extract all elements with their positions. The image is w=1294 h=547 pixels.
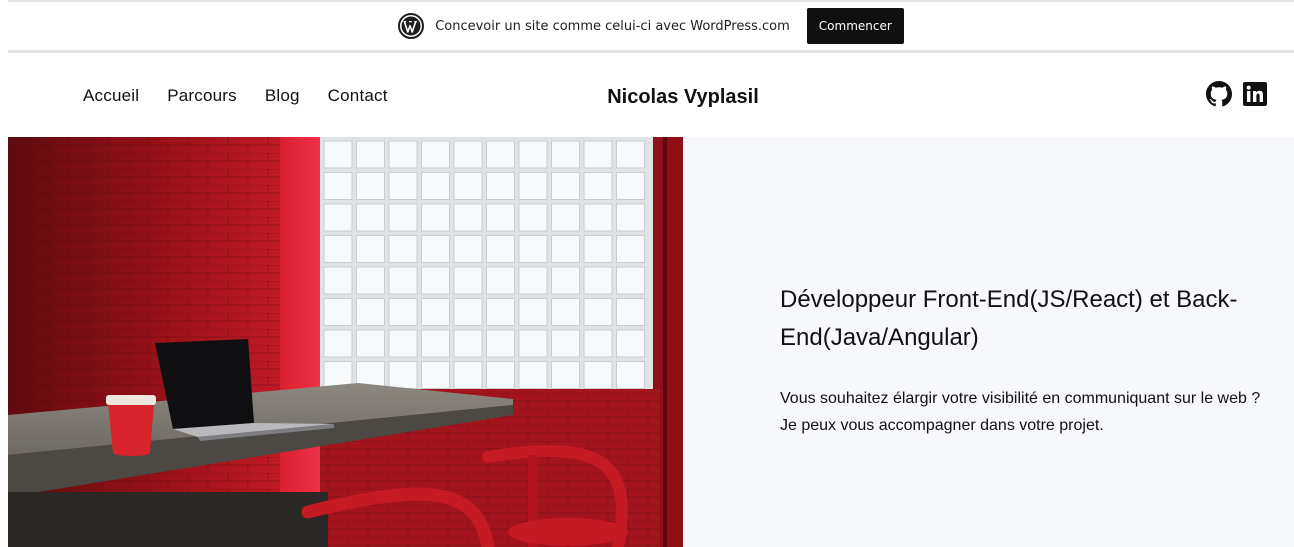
hero-section: Développeur Front-End(JS/React) et Back-… — [8, 137, 1294, 547]
start-button[interactable]: Commencer — [806, 8, 904, 44]
github-icon[interactable] — [1206, 81, 1232, 107]
linkedin-icon[interactable] — [1242, 81, 1268, 107]
wordpress-promo-banner: Concevoir un site comme celui-ci avec Wo… — [8, 0, 1294, 53]
hero-text-panel: Développeur Front-End(JS/React) et Back-… — [683, 137, 1294, 547]
social-links — [1206, 81, 1268, 107]
wordpress-logo-icon[interactable] — [398, 13, 425, 39]
hero-image — [8, 137, 683, 547]
site-title[interactable]: Nicolas Vyplasil — [0, 86, 1294, 109]
site-header: Accueil Parcours Blog Contact Nicolas Vy… — [0, 53, 1294, 137]
hero-description: Vous souhaitez élargir votre visibilité … — [780, 390, 1261, 434]
hero-heading: Développeur Front-End(JS/React) et Back-… — [780, 286, 1238, 351]
promo-text: Concevoir un site comme celui-ci avec Wo… — [435, 18, 790, 34]
